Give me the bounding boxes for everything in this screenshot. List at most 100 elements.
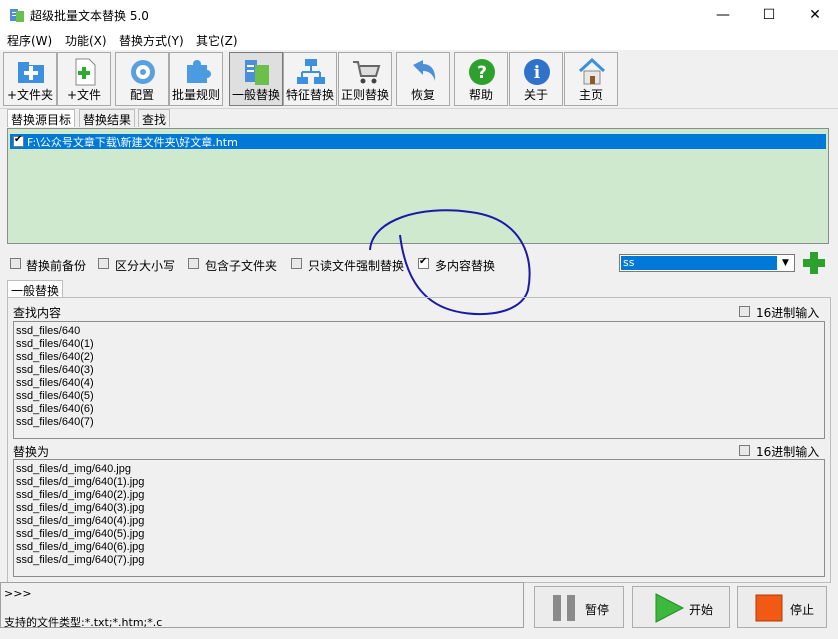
- find-line: ssd_files/640: [16, 325, 81, 337]
- general-replace-button[interactable]: 一般替换: [229, 52, 283, 106]
- find-line: ssd_files/640(3): [16, 364, 94, 376]
- toolbar-label: +文件: [66, 88, 102, 102]
- maximize-button[interactable]: ☐: [746, 0, 792, 30]
- find-line: ssd_files/640(6): [16, 403, 94, 415]
- title-bar: 超级批量文本替换 5.0 — ☐ ✕: [0, 0, 838, 30]
- backup-label: 替换前备份: [26, 259, 87, 273]
- window-title: 超级批量文本替换 5.0: [30, 9, 149, 23]
- minimize-button[interactable]: —: [700, 0, 746, 30]
- menu-replace-mode[interactable]: 替换方式(Y): [119, 32, 184, 49]
- add-file-button[interactable]: +文件: [57, 52, 111, 106]
- case-sensitive-checkbox[interactable]: [98, 258, 109, 269]
- help-icon: ?: [469, 59, 495, 85]
- feature-replace-button[interactable]: 特征替换: [283, 52, 337, 106]
- tab-general-replace[interactable]: 一般替换: [7, 280, 64, 298]
- file-list-item[interactable]: ✔ F:\公众号文章下载\新建文件夹\好文章.htm: [10, 134, 826, 149]
- app-icon: [10, 9, 24, 22]
- force-readonly-checkbox[interactable]: [291, 258, 302, 269]
- toolbar-label: 一般替换: [231, 88, 280, 102]
- cart-icon: [353, 61, 381, 84]
- replace-icon: [245, 60, 269, 85]
- regex-replace-button[interactable]: 正则替换: [338, 52, 392, 106]
- add-rule-icon[interactable]: [802, 251, 826, 275]
- toolbar-label: 正则替换: [340, 88, 389, 102]
- replace-line: ssd_files/d_img/640(6).jpg: [16, 541, 145, 553]
- find-line: ssd_files/640(1): [16, 338, 94, 350]
- multi-content-label: 多内容替换: [435, 259, 496, 273]
- toolbar-label: 恢复: [410, 88, 435, 102]
- pause-label: 暂停: [585, 603, 610, 617]
- puzzle-icon: [187, 60, 211, 83]
- settings-icon: [131, 60, 155, 84]
- toolbar-label: 特征替换: [285, 88, 334, 102]
- multi-content-checkbox[interactable]: ✔: [418, 256, 429, 269]
- replace-hex-checkbox[interactable]: [739, 445, 750, 456]
- tab-find[interactable]: 查找: [138, 109, 171, 127]
- toolbar-label: 帮助: [468, 88, 493, 102]
- file-checkbox[interactable]: ✔: [13, 134, 24, 147]
- start-button[interactable]: 开始: [632, 586, 730, 628]
- file-path: F:\公众号文章下载\新建文件夹\好文章.htm: [27, 136, 238, 149]
- help-button[interactable]: ? 帮助: [454, 52, 508, 106]
- home-button[interactable]: 主页: [564, 52, 618, 106]
- replace-line: ssd_files/d_img/640(4).jpg: [16, 515, 145, 527]
- replace-line: ssd_files/d_img/640(5).jpg: [16, 528, 145, 540]
- menu-other[interactable]: 其它(Z): [196, 32, 238, 49]
- chevron-down-icon[interactable]: ▼: [778, 256, 793, 270]
- replace-line: ssd_files/d_img/640(1).jpg: [16, 476, 145, 488]
- menu-program[interactable]: 程序(W): [7, 32, 52, 49]
- replace-line: ssd_files/d_img/640(7).jpg: [16, 554, 145, 566]
- replace-textarea[interactable]: ssd_files/d_img/640.jpg ssd_files/d_img/…: [13, 459, 825, 577]
- include-subfolders-checkbox[interactable]: [188, 258, 199, 269]
- log-panel[interactable]: >>> 支持的文件类型:*.txt;*.htm;*.c: [0, 582, 524, 629]
- include-subfolders-label: 包含子文件夹: [205, 259, 278, 273]
- restore-button[interactable]: 恢复: [396, 52, 450, 106]
- backup-checkbox[interactable]: [10, 258, 21, 269]
- home-icon: [578, 57, 606, 85]
- find-hex-label: 16进制输入: [756, 306, 820, 320]
- find-line: ssd_files/640(2): [16, 351, 94, 363]
- stop-icon: [755, 594, 783, 622]
- replace-label: 替换为: [13, 445, 50, 459]
- find-label: 查找内容: [13, 306, 62, 320]
- toolbar-label: 配置: [129, 88, 154, 102]
- toolbar-label: +文件夹: [6, 88, 54, 102]
- tab-results[interactable]: 替换结果: [79, 109, 136, 127]
- stop-label: 停止: [790, 603, 815, 617]
- svg-text:?: ?: [477, 63, 487, 83]
- replace-line: ssd_files/d_img/640.jpg: [16, 463, 131, 475]
- menu-function[interactable]: 功能(X): [65, 32, 107, 49]
- stop-button[interactable]: 停止: [737, 586, 827, 628]
- toolbar-label: 关于: [523, 88, 548, 102]
- rule-select-value: ss: [621, 256, 777, 270]
- supported-file-types: 支持的文件类型:*.txt;*.htm;*.c: [4, 616, 163, 629]
- force-readonly-label: 只读文件强制替换: [308, 259, 405, 273]
- case-sensitive-label: 区分大小写: [115, 259, 176, 273]
- svg-text:i: i: [534, 63, 541, 83]
- undo-icon: [413, 60, 436, 81]
- file-list[interactable]: ✔ F:\公众号文章下载\新建文件夹\好文章.htm: [7, 128, 829, 244]
- pause-icon: [553, 595, 575, 621]
- find-line: ssd_files/640(5): [16, 390, 94, 402]
- about-button[interactable]: i 关于: [509, 52, 563, 106]
- main-tabs: 替换源目标 替换结果 查找: [7, 109, 207, 127]
- replace-line: ssd_files/d_img/640(3).jpg: [16, 502, 145, 514]
- find-textarea[interactable]: ssd_files/640 ssd_files/640(1) ssd_files…: [13, 321, 825, 439]
- toolbar-label: 批量规则: [171, 88, 220, 102]
- replace-hex-label: 16进制输入: [756, 445, 820, 459]
- rule-select[interactable]: ss ▼: [619, 254, 795, 272]
- log-prompt: >>>: [4, 587, 32, 600]
- add-folder-button[interactable]: +文件夹: [3, 52, 57, 106]
- close-button[interactable]: ✕: [792, 0, 838, 30]
- tab-source-target[interactable]: 替换源目标: [7, 109, 76, 127]
- add-file-icon: [75, 58, 96, 86]
- batch-rules-button[interactable]: 批量规则: [169, 52, 223, 106]
- find-hex-checkbox[interactable]: [739, 306, 750, 317]
- find-line: ssd_files/640(7): [16, 416, 94, 428]
- pause-button[interactable]: 暂停: [534, 586, 624, 628]
- add-folder-icon: [18, 62, 44, 83]
- find-line: ssd_files/640(4): [16, 377, 94, 389]
- settings-button[interactable]: 配置: [115, 52, 169, 106]
- start-label: 开始: [689, 603, 714, 617]
- replace-line: ssd_files/d_img/640(2).jpg: [16, 489, 145, 501]
